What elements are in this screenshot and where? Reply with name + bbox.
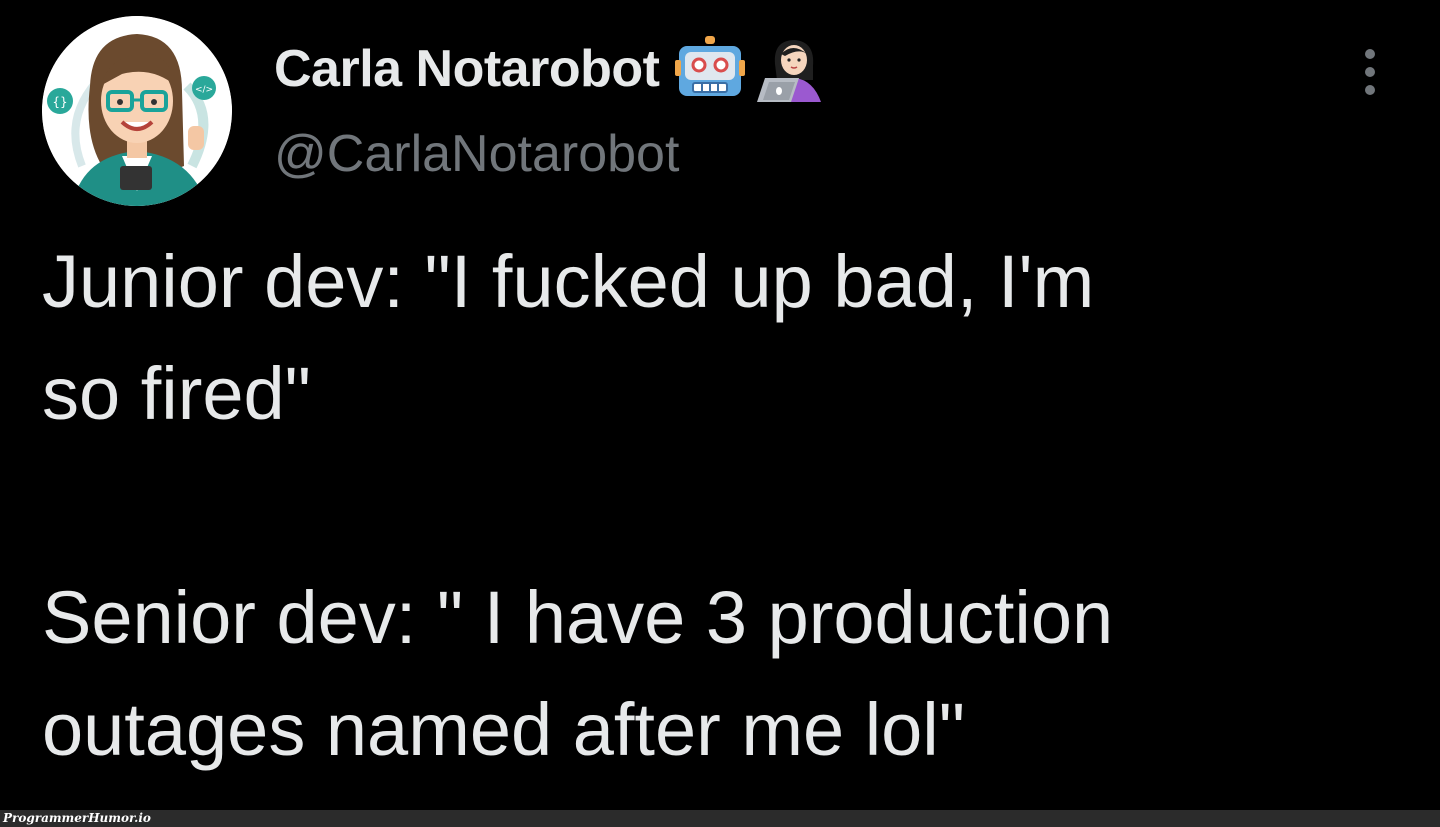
cartoon-woman-avatar-icon: {} </> <box>42 16 232 206</box>
tweet-paragraph-2: Senior dev: " I have 3 production outage… <box>42 576 1114 771</box>
author-name-row: Carla Notarobot <box>274 34 825 104</box>
tweet-paragraph-1: Junior dev: "I fucked up bad, I'm so fir… <box>42 240 1095 435</box>
tweet-card: {} </> Carla Notarobot @CarlaNotarobot J… <box>0 0 1440 810</box>
author-handle[interactable]: @CarlaNotarobot <box>274 124 679 184</box>
watermark-text: ProgrammerHumor.io <box>3 811 151 825</box>
author-display-name[interactable]: Carla Notarobot <box>274 39 660 99</box>
watermark-bar: ProgrammerHumor.io <box>0 810 1440 827</box>
robot-emoji-icon <box>675 36 746 102</box>
more-vertical-icon <box>1365 49 1375 95</box>
svg-text:</>: </> <box>195 85 213 95</box>
woman-technologist-emoji-icon <box>755 36 825 102</box>
svg-text:{}: {} <box>52 95 67 109</box>
author-avatar[interactable]: {} </> <box>42 16 232 206</box>
tweet-text: Junior dev: "I fucked up bad, I'm so fir… <box>42 226 1402 786</box>
more-options-button[interactable] <box>1350 42 1390 102</box>
